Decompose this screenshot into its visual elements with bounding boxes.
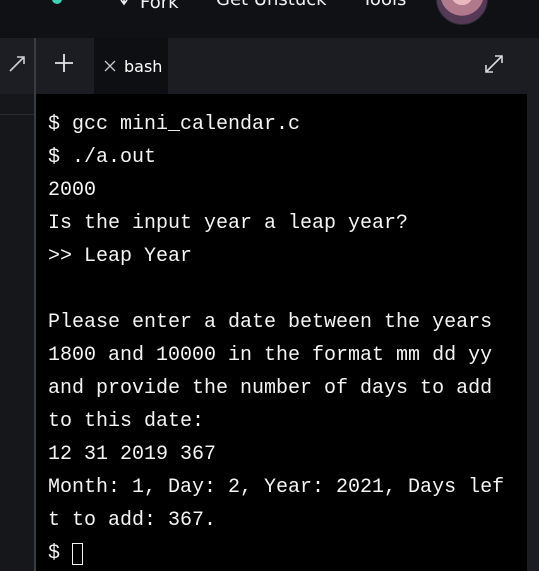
terminal-line: 2000 (48, 179, 97, 202)
new-tab-button[interactable] (48, 49, 80, 81)
tab-label: bash (124, 56, 163, 76)
terminal-line: Is the input year a leap year? (48, 212, 409, 235)
close-icon[interactable] (104, 57, 116, 76)
terminal-prompt-line[interactable]: $ (48, 537, 504, 570)
terminal-line: $ ./a.out (48, 146, 157, 169)
prompt-symbol: $ (48, 542, 61, 565)
left-panel-divider (0, 114, 34, 115)
status-dot-icon (52, 0, 62, 4)
terminal-line: and provide the number of days to add (48, 377, 493, 400)
terminal-line: to this date: (48, 410, 205, 433)
terminal-line: 1800 and 10000 in the format mm dd yy (48, 344, 493, 367)
fork-icon (120, 0, 134, 16)
top-navbar: Fork Get Unstuck Tools (0, 0, 539, 38)
get-unstuck-label: Get Unstuck (216, 0, 327, 10)
plus-icon (53, 52, 75, 78)
left-panel (0, 38, 34, 571)
right-edge-panel (527, 38, 539, 571)
fork-label: Fork (140, 0, 179, 13)
fork-button[interactable]: Fork (120, 0, 179, 16)
left-panel-header (0, 38, 34, 94)
expand-icon (483, 53, 505, 79)
terminal-line: Please enter a date between the years (48, 311, 493, 334)
terminal-line: Month: 1, Day: 2, Year: 2021, Days lef (48, 476, 505, 499)
tab-bash[interactable]: bash (94, 38, 168, 94)
terminal-output[interactable]: $ gcc mini_calendar.c $ ./a.out 2000 Is … (36, 94, 527, 571)
terminal-tab-bar: bash (36, 38, 527, 94)
tools-label: Tools (362, 0, 406, 10)
terminal-line: >> Leap Year (48, 245, 193, 268)
terminal-line: t to add: 367. (48, 509, 217, 532)
terminal-line: $ gcc mini_calendar.c (48, 113, 301, 136)
avatar[interactable] (436, 0, 488, 25)
text-cursor (72, 542, 84, 565)
expand-icon[interactable] (7, 54, 27, 78)
maximize-terminal-button[interactable] (480, 52, 508, 80)
terminal-line: 12 31 2019 367 (48, 443, 217, 466)
tools-button[interactable]: Tools (362, 0, 406, 10)
terminal-lines: $ gcc mini_calendar.c $ ./a.out 2000 Is … (48, 108, 504, 570)
get-unstuck-button[interactable]: Get Unstuck (216, 0, 327, 10)
